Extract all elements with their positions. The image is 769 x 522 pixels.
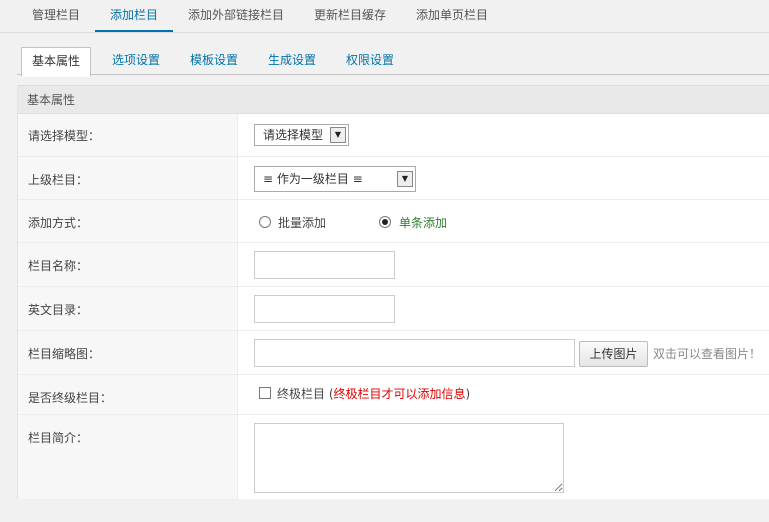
english-dir-label: 英文目录：	[28, 303, 89, 317]
subtab-option-settings[interactable]: 选项设置	[101, 46, 171, 75]
tab-add-external-link-column[interactable]: 添加外部链接栏目	[180, 0, 292, 32]
row-is-final: 是否终级栏目： 终极栏目 (终极栏目才可以添加信息)	[18, 375, 769, 415]
model-select[interactable]: 请选择模型 ▼	[254, 124, 349, 146]
parent-select[interactable]: ≡ 作为一级栏目 ≡ ▼	[254, 166, 416, 192]
thumbnail-label: 栏目缩略图：	[28, 347, 101, 361]
batch-add-label[interactable]: 批量添加	[278, 214, 326, 231]
subtab-generate-settings[interactable]: 生成设置	[257, 46, 327, 75]
subtab-template-settings[interactable]: 模板设置	[179, 46, 249, 75]
model-label: 请选择模型：	[28, 129, 101, 143]
row-column-name: 栏目名称：	[18, 243, 769, 287]
single-add-radio[interactable]	[379, 216, 391, 228]
sub-nav: 基本属性 选项设置 模板设置 生成设置 权限设置	[17, 46, 769, 77]
row-description: 栏目简介：	[18, 415, 769, 499]
tab-manage-columns[interactable]: 管理栏目	[17, 0, 95, 32]
description-label: 栏目简介：	[28, 431, 89, 445]
thumbnail-input[interactable]	[254, 339, 575, 367]
subtab-permission-settings[interactable]: 权限设置	[335, 46, 405, 75]
subtab-basic-properties[interactable]: 基本属性	[21, 47, 91, 77]
english-dir-input[interactable]	[254, 295, 395, 323]
parent-select-value: ≡ 作为一级栏目 ≡	[263, 172, 363, 186]
row-model: 请选择模型： 请选择模型 ▼	[18, 114, 769, 157]
tab-add-column[interactable]: 添加栏目	[95, 0, 173, 32]
thumbnail-hint: 双击可以查看图片！	[653, 347, 762, 361]
row-add-mode: 添加方式： 批量添加 单条添加	[18, 200, 769, 243]
add-mode-label: 添加方式：	[28, 216, 89, 230]
section-title: 基本属性	[18, 85, 769, 114]
row-parent: 上级栏目： ≡ 作为一级栏目 ≡ ▼	[18, 157, 769, 200]
final-column-checkbox[interactable]	[259, 387, 271, 399]
chevron-down-icon: ▼	[397, 171, 413, 187]
column-name-label: 栏目名称：	[28, 259, 89, 273]
top-nav: 管理栏目 添加栏目 添加外部链接栏目 更新栏目缓存 添加单页栏目	[0, 0, 769, 33]
parent-label: 上级栏目：	[28, 173, 89, 187]
column-name-input[interactable]	[254, 251, 395, 279]
row-thumbnail: 栏目缩略图： 上传图片 双击可以查看图片！	[18, 331, 769, 375]
upload-image-button[interactable]: 上传图片	[579, 341, 648, 367]
model-select-value: 请选择模型	[263, 128, 324, 142]
final-column-note: 终极栏目才可以添加信息	[333, 387, 466, 401]
batch-add-radio[interactable]	[259, 216, 271, 228]
tab-add-single-page-column[interactable]: 添加单页栏目	[408, 0, 496, 32]
form-panel: 基本属性 请选择模型： 请选择模型 ▼ 上级栏目： ≡ 作为一级栏目 ≡ ▼ 添…	[17, 85, 769, 499]
tab-update-column-cache[interactable]: 更新栏目缓存	[306, 0, 394, 32]
row-english-dir: 英文目录：	[18, 287, 769, 331]
chevron-down-icon: ▼	[330, 127, 346, 143]
single-add-label[interactable]: 单条添加	[399, 214, 447, 231]
is-final-label: 是否终级栏目：	[28, 391, 113, 405]
description-textarea[interactable]	[254, 423, 564, 493]
final-column-option[interactable]: 终极栏目 (终极栏目才可以添加信息)	[277, 385, 470, 402]
